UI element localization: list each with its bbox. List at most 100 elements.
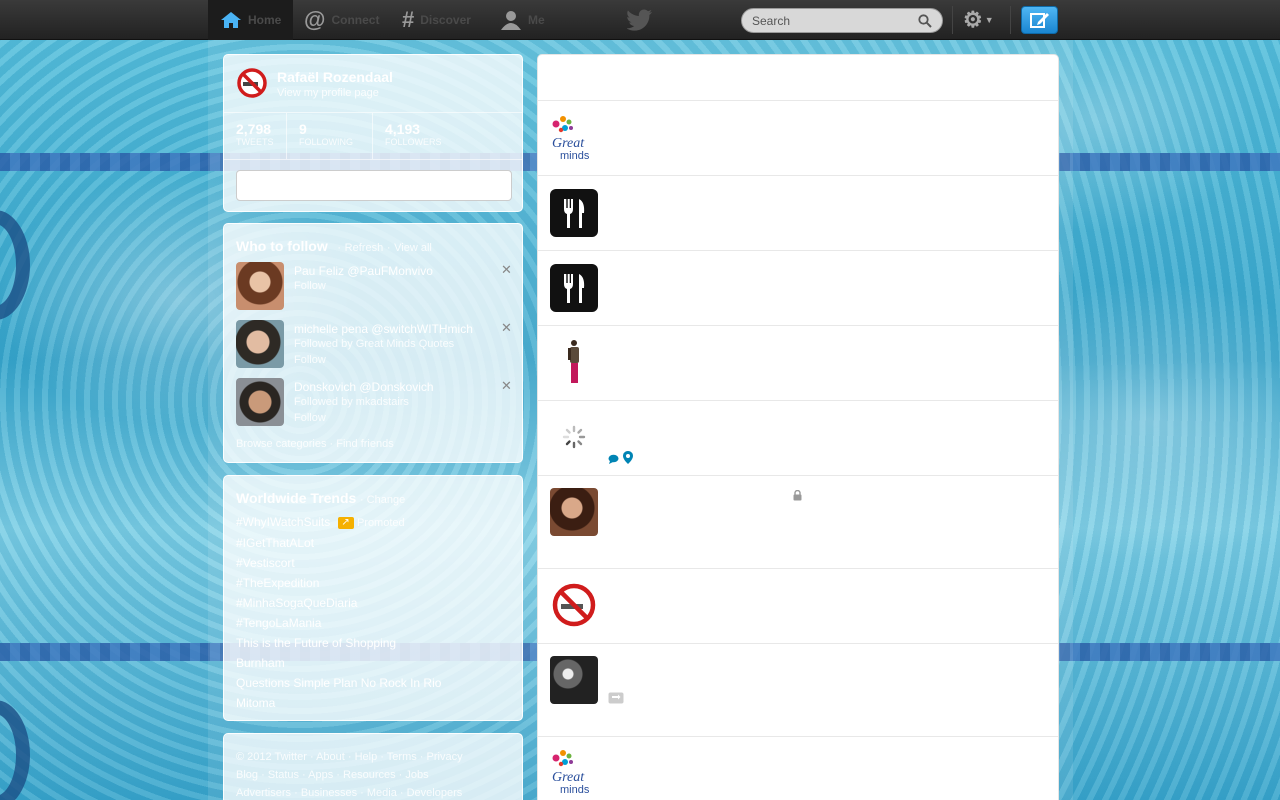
retweet-icon[interactable] bbox=[608, 692, 624, 707]
view-all-link[interactable]: View all bbox=[394, 242, 432, 254]
nav-home[interactable]: Home bbox=[208, 0, 293, 40]
promoted-label: Promoted bbox=[356, 517, 405, 529]
suggested-user: Pau Feliz @PauFMonvivo Follow ✕ bbox=[236, 262, 512, 312]
user-name[interactable]: Donskovich @Donskovich bbox=[294, 380, 434, 394]
user-name[interactable]: Pau Feliz @PauFMonvivo bbox=[294, 264, 433, 278]
conversation-icon[interactable] bbox=[608, 452, 619, 467]
trend-item[interactable]: Burnham bbox=[236, 653, 441, 673]
tweet-item[interactable] bbox=[538, 175, 1058, 250]
loading-spinner-icon bbox=[550, 413, 598, 461]
search-icon[interactable] bbox=[918, 13, 932, 28]
footer-link[interactable]: Apps bbox=[308, 769, 333, 781]
tweet-item[interactable] bbox=[538, 475, 1058, 568]
footer-link[interactable]: Help bbox=[355, 751, 378, 763]
hash-icon: # bbox=[402, 7, 415, 32]
footer-link[interactable]: Businesses bbox=[301, 787, 357, 799]
trends-module: Worldwide Trends · Change #WhyIWatchSuit… bbox=[223, 475, 523, 721]
at-icon: @ bbox=[304, 7, 326, 32]
user-avatar[interactable] bbox=[550, 656, 598, 704]
stream-header bbox=[538, 55, 1058, 100]
stat-value: 4,193 bbox=[385, 121, 421, 137]
user-avatar[interactable] bbox=[236, 320, 284, 368]
footer-line: Blog · Status · Apps · Resources · Jobs bbox=[236, 769, 429, 781]
dismiss-icon[interactable]: ✕ bbox=[501, 320, 512, 336]
browse-categories-link[interactable]: Browse categories · Find friends bbox=[236, 438, 394, 450]
settings-menu[interactable]: ⚙ ▼ bbox=[963, 0, 994, 40]
footer-link[interactable]: Developers bbox=[407, 787, 463, 799]
who-to-follow-module: Who to follow · Refresh · View all Pau F… bbox=[223, 223, 523, 463]
stat-tweets[interactable]: 2,798 TWEETS bbox=[224, 113, 287, 159]
compose-tweet-button[interactable] bbox=[1021, 6, 1058, 34]
search-box[interactable] bbox=[741, 8, 943, 33]
dismiss-icon[interactable]: ✕ bbox=[501, 378, 512, 394]
profile-link[interactable]: View my profile page bbox=[277, 87, 379, 99]
footer-link[interactable]: About bbox=[316, 751, 345, 763]
user-avatar[interactable] bbox=[550, 488, 598, 536]
nav-discover[interactable]: # Discover bbox=[402, 0, 471, 40]
fork-knife-icon[interactable] bbox=[550, 189, 598, 237]
nav-me[interactable]: Me bbox=[500, 0, 545, 40]
caret-down-icon: ▼ bbox=[984, 15, 994, 25]
profile-avatar[interactable] bbox=[236, 67, 268, 99]
tweet-item[interactable]: Great minds bbox=[538, 100, 1058, 175]
profile-name[interactable]: Rafaël Rozendaal bbox=[277, 69, 393, 85]
trends-list: #WhyIWatchSuits ↗ Promoted #IGetThatALot… bbox=[236, 512, 441, 713]
footer-copyright: © 2012 Twitter bbox=[236, 751, 307, 763]
no-smoking-icon bbox=[237, 68, 267, 98]
tweet-item[interactable] bbox=[538, 250, 1058, 325]
trend-item[interactable]: #Vestiscort bbox=[236, 553, 441, 573]
footer-link[interactable]: Blog bbox=[236, 769, 258, 781]
home-icon bbox=[220, 11, 242, 29]
great-minds-logo[interactable]: Great minds bbox=[550, 113, 598, 161]
tweet-item[interactable] bbox=[538, 643, 1058, 736]
no-smoking-icon[interactable] bbox=[550, 581, 598, 629]
user-name[interactable]: michelle pena @switchWITHmich bbox=[294, 322, 473, 336]
footer-link[interactable]: Status bbox=[268, 769, 299, 781]
user-avatar[interactable] bbox=[236, 378, 284, 426]
user-avatar[interactable] bbox=[550, 338, 598, 386]
stat-following[interactable]: 9 FOLLOWING bbox=[287, 113, 373, 159]
lock-icon bbox=[793, 489, 802, 504]
follow-button[interactable]: Follow bbox=[294, 280, 326, 292]
follow-button[interactable]: Follow bbox=[294, 354, 326, 366]
trend-item[interactable]: #WhyIWatchSuits ↗ Promoted bbox=[236, 512, 441, 533]
site-footer: © 2012 Twitter · About · Help · Terms · … bbox=[223, 733, 523, 800]
trend-item[interactable]: Mitoma bbox=[236, 693, 441, 713]
dismiss-icon[interactable]: ✕ bbox=[501, 262, 512, 278]
change-trends-link[interactable]: · Change bbox=[360, 494, 405, 506]
global-nav: Home @ Connect # Discover Me ⚙ ▼ bbox=[0, 0, 1280, 40]
footer-link[interactable]: Terms bbox=[387, 751, 417, 763]
trend-item[interactable]: Questions Simple Plan No Rock In Rio bbox=[236, 673, 441, 693]
trend-item[interactable]: #IGetThatALot bbox=[236, 533, 441, 553]
trend-item[interactable]: #MinhaSogaQueDiaria bbox=[236, 593, 441, 613]
twitter-bird-logo[interactable] bbox=[627, 0, 653, 40]
nav-connect[interactable]: @ Connect bbox=[304, 0, 379, 40]
footer-link[interactable]: Resources bbox=[343, 769, 396, 781]
footer-link[interactable]: Jobs bbox=[405, 769, 428, 781]
nav-connect-label: Connect bbox=[331, 13, 380, 27]
location-pin-icon[interactable] bbox=[623, 451, 633, 467]
footer-link[interactable]: Privacy bbox=[427, 751, 463, 763]
trend-item[interactable]: #TengoLaMania bbox=[236, 613, 441, 633]
compose-icon bbox=[1029, 13, 1049, 28]
tweet-item[interactable] bbox=[538, 325, 1058, 400]
nav-divider bbox=[952, 6, 953, 34]
follow-button[interactable]: Follow bbox=[294, 412, 326, 424]
svg-text:minds: minds bbox=[560, 150, 590, 161]
refresh-link[interactable]: Refresh bbox=[345, 242, 384, 254]
trend-item[interactable]: #TheExpedition bbox=[236, 573, 441, 593]
search-input[interactable] bbox=[752, 13, 912, 28]
footer-link[interactable]: Advertisers bbox=[236, 787, 291, 799]
tweet-item[interactable] bbox=[538, 568, 1058, 643]
nav-me-label: Me bbox=[528, 13, 545, 27]
user-avatar[interactable] bbox=[236, 262, 284, 310]
tweet-item[interactable]: Great minds bbox=[538, 736, 1058, 800]
compose-tweet-field[interactable] bbox=[236, 170, 512, 201]
footer-line: © 2012 Twitter · About · Help · Terms · … bbox=[236, 751, 463, 763]
fork-knife-icon[interactable] bbox=[550, 264, 598, 312]
tweet-item[interactable] bbox=[538, 400, 1058, 475]
trend-item[interactable]: This is the Future of Shopping bbox=[236, 633, 441, 653]
footer-link[interactable]: Media bbox=[367, 787, 397, 799]
stat-followers[interactable]: 4,193 FOLLOWERS bbox=[373, 113, 521, 159]
great-minds-logo[interactable]: Great minds bbox=[550, 747, 598, 795]
